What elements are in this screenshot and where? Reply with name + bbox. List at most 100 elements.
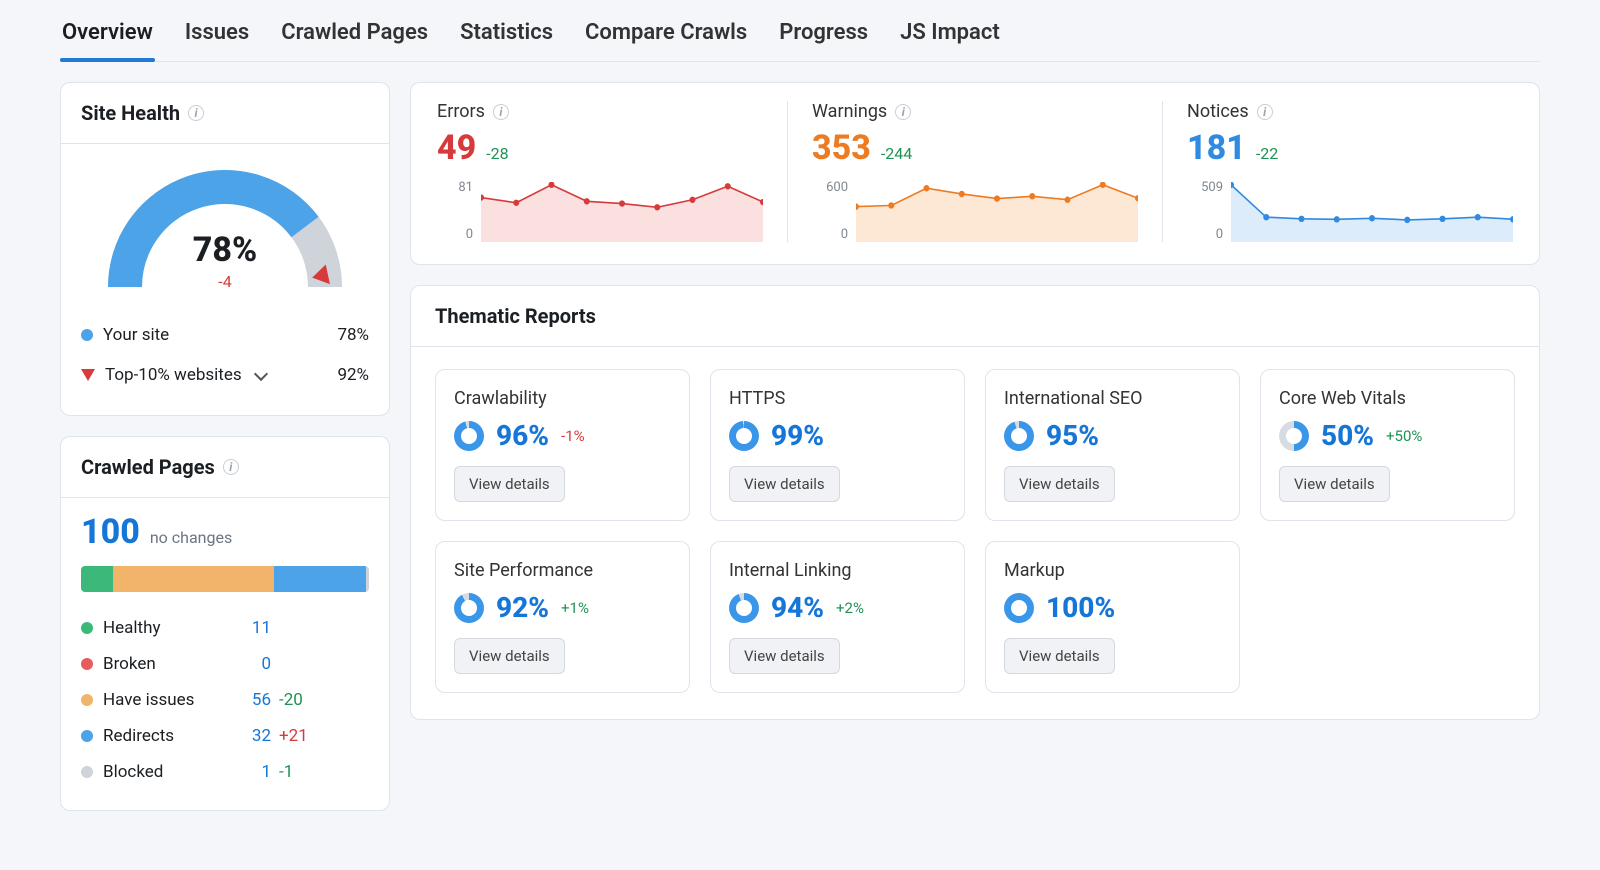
thematic-name: Internal Linking xyxy=(729,560,946,581)
view-details-button[interactable]: View details xyxy=(729,466,840,502)
tab-overview[interactable]: Overview xyxy=(60,20,155,61)
crawled-legend-value: 56 xyxy=(231,690,271,710)
thematic-reports-title: Thematic Reports xyxy=(411,286,1539,347)
bar-segment-healthy[interactable] xyxy=(81,566,113,592)
dot-icon xyxy=(81,694,93,706)
thematic-name: International SEO xyxy=(1004,388,1221,409)
bar-segment-redirects[interactable] xyxy=(274,566,366,592)
tab-js-impact[interactable]: JS Impact xyxy=(898,20,1002,61)
crawled-legend-value: 1 xyxy=(231,762,271,782)
view-details-button[interactable]: View details xyxy=(1279,466,1390,502)
tab-compare-crawls[interactable]: Compare Crawls xyxy=(583,20,749,61)
metric-delta: -244 xyxy=(881,144,912,163)
crawled-legend-delta: -1 xyxy=(271,762,321,782)
thematic-card-international-seo: International SEO95%View details xyxy=(985,369,1240,521)
crawled-legend-value: 32 xyxy=(231,726,271,746)
crawled-pages-title: Crawled Pages xyxy=(81,455,215,479)
crawled-legend-label: Redirects xyxy=(103,726,174,746)
metric-value: 49 xyxy=(437,128,476,168)
crawled-legend-delta: +21 xyxy=(271,726,321,746)
spark-ytop: 81 xyxy=(437,180,473,195)
thematic-name: Markup xyxy=(1004,560,1221,581)
thematic-card-site-performance: Site Performance 92% +1% View details xyxy=(435,541,690,693)
info-icon[interactable]: i xyxy=(223,459,239,475)
dot-icon xyxy=(81,730,93,742)
view-details-button[interactable]: View details xyxy=(454,466,565,502)
thematic-percent: 96% xyxy=(496,419,549,452)
chevron-down-icon xyxy=(254,367,268,381)
crawled-legend-label: Blocked xyxy=(103,762,163,782)
dot-icon xyxy=(81,622,93,634)
thematic-delta: +1% xyxy=(561,599,589,617)
thematic-card-crawlability: Crawlability 96% -1% View details xyxy=(435,369,690,521)
thematic-reports-card: Thematic Reports Crawlability 96% -1% View … xyxy=(410,285,1540,720)
crawled-legend-row[interactable]: Redirects 32+21 xyxy=(81,718,369,754)
spark-ybot: 0 xyxy=(437,227,473,242)
crawled-legend-label: Have issues xyxy=(103,690,194,710)
crawled-pages-bar-chart xyxy=(81,566,369,592)
crawled-legend-value: 11 xyxy=(231,618,271,638)
view-details-button[interactable]: View details xyxy=(454,638,565,674)
donut-icon xyxy=(1279,421,1309,451)
tab-crawled-pages[interactable]: Crawled Pages xyxy=(279,20,430,61)
thematic-percent: 99% xyxy=(771,419,824,452)
thematic-name: HTTPS xyxy=(729,388,946,409)
donut-icon xyxy=(454,421,484,451)
info-icon[interactable]: i xyxy=(493,104,509,120)
spark-ybot: 0 xyxy=(1187,227,1223,242)
your-site-value: 78% xyxy=(337,325,369,345)
bar-segment-have-issues[interactable] xyxy=(113,566,274,592)
info-icon[interactable]: i xyxy=(895,104,911,120)
thematic-name: Site Performance xyxy=(454,560,671,581)
spark-ytop: 509 xyxy=(1187,180,1223,195)
metric-delta: -22 xyxy=(1256,144,1278,163)
view-details-button[interactable]: View details xyxy=(1004,466,1115,502)
view-details-button[interactable]: View details xyxy=(1004,638,1115,674)
triangle-down-icon xyxy=(81,369,95,381)
crawled-legend-row[interactable]: Healthy 11 xyxy=(81,610,369,646)
donut-icon xyxy=(729,593,759,623)
thematic-delta: +2% xyxy=(836,599,864,617)
sparkline-chart xyxy=(856,182,1138,242)
tab-progress[interactable]: Progress xyxy=(777,20,870,61)
bar-segment-blocked[interactable] xyxy=(366,566,369,592)
donut-icon xyxy=(1004,593,1034,623)
dot-icon xyxy=(81,658,93,670)
info-icon[interactable]: i xyxy=(1257,104,1273,120)
crawled-legend-row[interactable]: Have issues 56-20 xyxy=(81,682,369,718)
metric-name: Errors xyxy=(437,101,485,122)
site-health-percent: 78% xyxy=(100,230,350,270)
tab-issues[interactable]: Issues xyxy=(183,20,251,61)
metric-errors[interactable]: Errorsi 49 -28 81 0 xyxy=(431,101,788,242)
thematic-card-core-web-vitals: Core Web Vitals50%+50%View details xyxy=(1260,369,1515,521)
metric-name: Notices xyxy=(1187,101,1249,122)
metric-value: 181 xyxy=(1187,128,1246,168)
spark-ytop: 600 xyxy=(812,180,848,195)
site-health-card: Site Health i 78% - xyxy=(60,82,390,416)
crawled-legend-row[interactable]: Blocked 1-1 xyxy=(81,754,369,790)
thematic-delta: -1% xyxy=(561,427,585,445)
info-icon[interactable]: i xyxy=(188,105,204,121)
thematic-percent: 92% xyxy=(496,591,549,624)
spark-ybot: 0 xyxy=(812,227,848,242)
top10-label: Top-10% websites xyxy=(105,365,242,385)
view-details-button[interactable]: View details xyxy=(729,638,840,674)
thematic-percent: 50% xyxy=(1321,419,1374,452)
thematic-card-https: HTTPS 99% View details xyxy=(710,369,965,521)
donut-icon xyxy=(1004,421,1034,451)
metric-notices[interactable]: Notices i 181 -22 509 0 xyxy=(1163,101,1519,242)
thematic-percent: 100% xyxy=(1046,591,1115,624)
metric-delta: -28 xyxy=(486,144,508,163)
metric-warnings[interactable]: Warningsi353-2446000 xyxy=(788,101,1163,242)
site-health-title: Site Health xyxy=(81,101,180,125)
crawled-legend-row[interactable]: Broken0 xyxy=(81,646,369,682)
tab-statistics[interactable]: Statistics xyxy=(458,20,555,61)
top10-benchmark-row[interactable]: Top-10% websites 92% xyxy=(81,355,369,395)
thematic-name: Crawlability xyxy=(454,388,671,409)
donut-icon xyxy=(729,421,759,451)
crawled-legend-label: Healthy xyxy=(103,618,161,638)
dot-icon xyxy=(81,329,93,341)
sparkline-chart xyxy=(481,182,763,242)
crawled-legend-delta: -20 xyxy=(271,690,321,710)
crawled-legend-value: 0 xyxy=(231,654,271,674)
